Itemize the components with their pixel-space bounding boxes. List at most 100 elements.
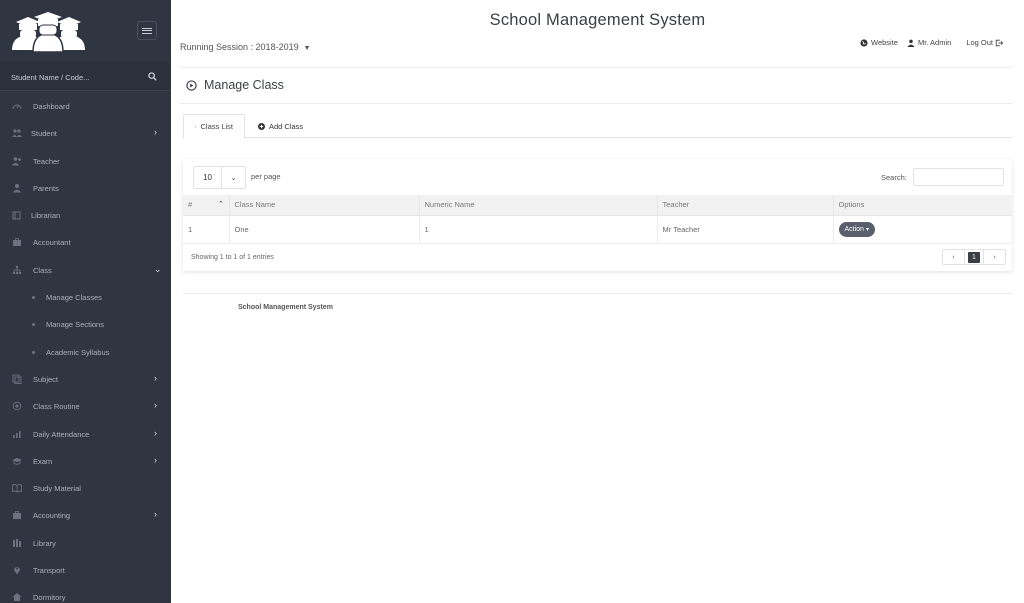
sidebar-item-teacher[interactable]: Teacher [0,147,171,174]
logout-label: Log Out [966,38,993,47]
sidebar-item-label: Class [33,265,52,275]
divider [180,67,1012,68]
student-search-input[interactable] [11,70,136,84]
sidebar-item-label: Accounting [33,511,71,521]
sidebar-item-exam[interactable]: Exam › [0,447,171,474]
chevron-right-icon: › [154,372,157,383]
user-name: Mr. Admin [917,38,952,47]
user-profile-link[interactable]: Mr. Admin [907,38,951,47]
sidebar-subitem-manage-classes[interactable]: Manage Classes [0,283,171,310]
docs-icon [12,374,22,384]
column-header-numeric-name[interactable]: Numeric Name [419,195,658,216]
sidebar-subitem-manage-sections[interactable]: Manage Sections [0,310,171,337]
sidebar-item-accounting[interactable]: Accounting › [0,501,171,528]
sidebar-item-label: Transport [33,566,65,576]
bullet-icon [32,296,35,300]
column-header-teacher[interactable]: Teacher [657,195,834,216]
sidebar-item-dormitory[interactable]: Dormitory [0,583,171,603]
caret-down-icon: ▼ [303,45,311,52]
sidebar-item-label: Teacher [33,156,60,166]
sidebar-item-library[interactable]: Library [0,529,171,556]
table-row: 1 One 1 Mr Teacher Action ▾ [183,215,1012,244]
logout-link[interactable]: Log Out [966,38,1003,47]
user-icon [907,39,915,47]
current-page: 1 [968,251,980,263]
sidebar-item-student[interactable]: Student › [0,119,171,146]
table-search-input[interactable] [913,168,1004,186]
sidebar-subitem-label: Academic Syllabus [46,347,110,357]
column-header-number[interactable]: # ⌃ [183,195,230,216]
page-title: Manage Class [186,78,284,92]
cell-id: 1 [183,215,230,244]
chevron-right-icon: › [154,454,157,465]
logout-icon [995,39,1003,46]
pagination-page-1[interactable]: 1 [964,250,984,264]
action-dropdown-button[interactable]: Action ▾ [838,221,875,237]
bullet-icon [32,350,35,354]
sidebar-item-class[interactable]: Class ⌄ [0,256,171,283]
list-icon [195,125,197,128]
sidebar-item-librarian[interactable]: Librarian [0,201,171,228]
sidebar-item-accountant[interactable]: Accountant [0,228,171,255]
graduation-cap-icon [12,457,22,465]
bullet-icon [32,323,35,327]
divider [183,293,1012,294]
column-header-class-name[interactable]: Class Name [229,195,420,216]
sidebar-item-class-routine[interactable]: Class Routine › [0,392,171,419]
pagination-next-button[interactable]: › [984,250,1005,264]
session-label: Running Session : 2018-2019 [180,42,299,52]
book-icon [12,211,21,220]
sidebar-item-label: Exam [33,456,53,466]
chevron-down-icon: ⌄ [154,263,162,274]
sidebar: Dashboard Student › Teacher Parents Libr… [0,0,171,603]
table-header-row: # ⌃ Class Name Numeric Name Teacher Optio… [183,195,1012,216]
sidebar-item-label: Class Routine [33,402,80,412]
sidebar-item-study-material[interactable]: Study Material [0,474,171,501]
sidebar-subitem-academic-syllabus[interactable]: Academic Syllabus [0,338,171,365]
table-info: Showing 1 to 1 of 1 entries [191,254,274,261]
sidebar-item-label: Library [33,538,56,548]
sidebar-item-dashboard[interactable]: Dashboard [0,92,171,119]
column-header-options: Options [833,195,1012,216]
sidebar-item-label: Librarian [31,211,61,221]
sidebar-item-label: Daily Attendance [33,429,90,439]
tab-class-list[interactable]: Class List [183,114,245,139]
sidebar-item-label: Subject [33,374,59,384]
sidebar-item-parents[interactable]: Parents [0,174,171,201]
sidebar-item-label: Study Material [33,484,81,494]
globe-icon [860,38,868,47]
sidebar-item-label: Dashboard [33,102,70,111]
chart-bar-icon [13,430,21,438]
page-length-select[interactable]: 10 ⌄ [193,166,246,189]
running-session-dropdown[interactable]: Running Session : 2018-2019 ▼ [180,42,311,52]
cell-class-name: One [229,215,420,244]
circle-arrow-right-icon [186,79,197,91]
menu-toggle-button[interactable] [137,21,157,40]
sidebar-item-subject[interactable]: Subject › [0,365,171,392]
briefcase-icon [13,238,21,247]
tab-bar: Class List Add Class [183,114,1012,139]
group-icon [12,129,22,138]
class-list-panel: 10 ⌄ per page Search: # ⌃ Class Name Nume… [183,159,1012,271]
sidebar-item-daily-attendance[interactable]: Daily Attendance › [0,420,171,447]
sidebar-subitem-label: Manage Sections [46,320,104,330]
class-table: # ⌃ Class Name Numeric Name Teacher Optio… [183,195,1012,244]
pagination: ‹ 1 › [942,249,1006,265]
plus-circle-icon [258,122,265,130]
users-icon [12,156,21,166]
sidebar-subitem-label: Manage Classes [46,293,102,303]
sort-asc-icon: ⌃ [218,201,224,208]
page-title-text: Manage Class [204,78,284,92]
search-icon[interactable] [148,72,157,81]
chevron-right-icon: › [154,127,157,138]
tab-add-class[interactable]: Add Class [247,114,314,138]
top-links: Website Mr. Admin Log Out [860,38,1003,47]
tab-label: Class List [200,122,233,131]
sidebar-nav: Dashboard Student › Teacher Parents Libr… [0,92,171,603]
sidebar-item-transport[interactable]: Transport [0,556,171,583]
graduates-logo-icon[interactable] [10,12,85,52]
location-icon [14,567,20,575]
target-icon [12,402,22,411]
pagination-prev-button[interactable]: ‹ [943,250,964,264]
website-link[interactable]: Website [860,38,898,47]
